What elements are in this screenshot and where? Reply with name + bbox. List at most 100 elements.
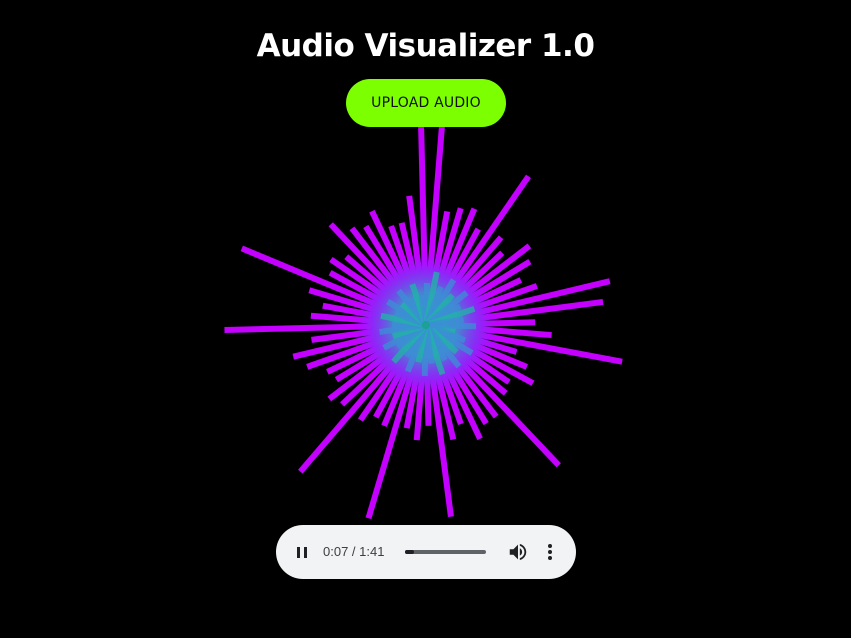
visualizer-inner-bar [429,322,456,334]
visualizer-inner-bar [404,326,427,359]
visualizer-bar [344,254,422,323]
visualizer-bar [432,283,538,326]
visualizer-bar [340,328,423,407]
visualizer-inner-bar [394,310,424,327]
visualizer-bar [431,277,523,325]
visualizer-inner-bar [427,324,474,356]
visualizer-inner-bar [382,324,424,351]
visualizer-inner-bar [418,294,429,322]
visualizer-bar [224,322,419,333]
visualizer-bar [430,243,532,323]
visualizer-bar [424,332,457,441]
time-display: 0:07 / 1:41 [323,543,384,561]
visualizer-inner-bar [428,323,467,344]
visualizer-inner-bar [400,301,425,325]
visualizer-bar [426,330,483,441]
visualizer-inner-bar [379,322,423,335]
visualizer-bar [433,319,536,328]
visualizer-inner-bar [429,316,465,328]
visualizer-inner-bar [423,271,440,322]
current-time: 0:07 [323,544,349,559]
visualizer-inner-bar [428,303,462,326]
visualizer-inner-bar [409,283,428,323]
upload-audio-button[interactable]: UPLOAD AUDIO [346,79,506,127]
seek-progress [405,550,415,554]
visualizer-core-glow [354,253,498,397]
visualizer-bar [427,330,489,426]
visualizer-inner-bar [429,322,477,330]
visualizer-bar [431,326,535,386]
page-title: Audio Visualizer 1.0 [256,28,595,64]
visualizer-bar [423,123,446,318]
visualizer-bar [424,210,451,318]
visualizer-bar [310,312,419,328]
visualizer-bar [327,327,422,402]
visualizer-bar [329,256,422,323]
visualizer-bar [430,327,511,385]
visualizer-inner-bar [425,278,457,324]
visualizer-bar [428,174,531,321]
visualizer-bar [432,324,518,355]
visualizer-bar [413,332,429,441]
visualizer-bar [322,302,419,327]
visualizer-bar [298,329,424,474]
visualizer-bar [433,322,552,339]
visualizer-inner-bar [426,326,462,369]
visualizer-bar [403,332,428,429]
visualizer-bar [424,332,454,517]
visualizer-bar [398,222,428,318]
more-vert-icon[interactable] [540,541,560,563]
visualizer-bar [306,324,420,370]
visualizer-inner-bar [408,296,427,323]
visualizer-bar [334,326,421,383]
visualizer-inner-bar [427,290,469,325]
visualizer-bar [431,258,532,324]
visualizer-bar [363,224,425,320]
visualizer-inner-bar [380,312,423,328]
visualizer-bar [430,327,508,396]
visualizer-inner-bar [391,321,423,328]
visualizer-bar [381,331,426,427]
visualizer-bar [426,207,478,319]
visualizer-bar [432,325,528,370]
visualizer-inner-bar [415,328,429,363]
seek-slider[interactable] [405,550,486,554]
visualizer-bar [423,332,432,426]
visualizer-bar [292,323,419,360]
visualizer-bar [369,209,426,320]
visualizer-bar [428,235,504,321]
visualizer-inner-bar [425,327,448,362]
visualizer-bar [311,323,419,343]
visualizer-inner-bar [424,285,444,323]
visualizer-bar [428,329,499,419]
duration: 1:41 [359,544,385,559]
visualizer-bar [388,224,427,319]
visualizer-bars [224,123,623,520]
visualizer-bar [328,270,421,324]
visualizer-inner-bar [421,328,429,377]
visualizer-bar [427,227,481,320]
visualizer-bar [308,287,420,326]
visualizer-bar [433,278,611,327]
visualizer-inner-bar [391,326,426,364]
visualizer-bar [240,245,420,325]
visualizer-inner-bar [426,293,455,324]
visualizer-bar [373,330,425,419]
visualizer-inner-bar [391,323,424,339]
visualizer-bar [349,226,424,321]
visualizer-bar [429,250,505,322]
visualizer-inner-bar [428,305,476,327]
volume-icon[interactable] [507,541,529,563]
visualizer-bar [328,222,423,322]
visualizer-bar [326,325,421,375]
visualizer-bar [357,329,424,422]
visualizer-bar [406,195,428,318]
visualizer-inner-bars [379,271,477,377]
visualizer-inner-bar [386,298,425,326]
visualizer-bar [425,207,464,319]
time-separator: / [348,544,360,559]
visualizer-inner-bar [395,325,425,350]
visualizer-inner-bar [427,325,459,355]
pause-icon[interactable] [290,540,314,564]
audio-player: 0:07 / 1:41 [276,525,576,579]
